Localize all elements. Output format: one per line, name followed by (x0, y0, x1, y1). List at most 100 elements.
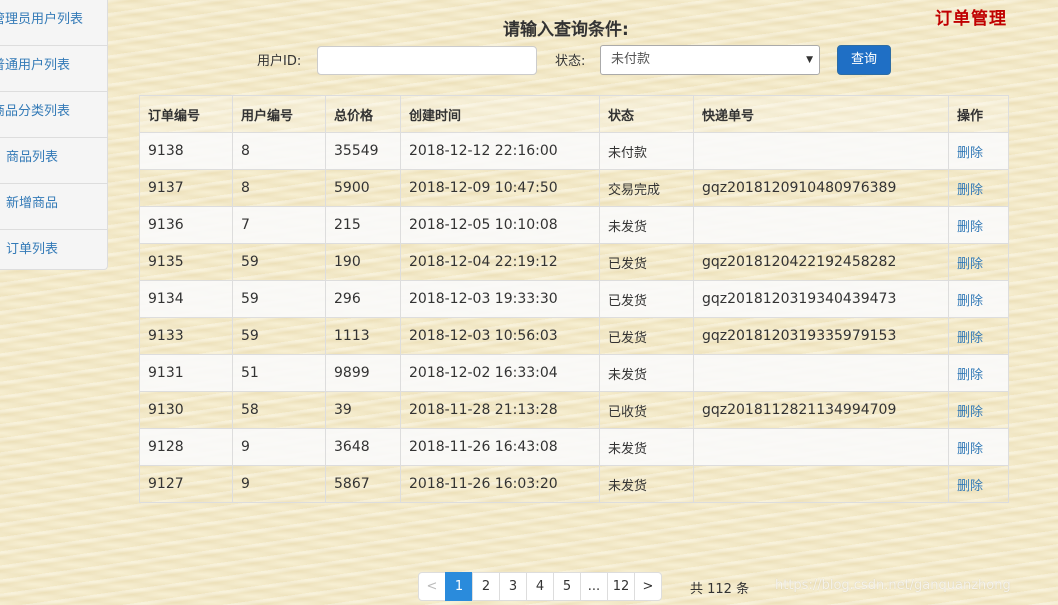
cell-user-id: 8 (232, 132, 326, 170)
status-select-value: 未付款 (611, 52, 651, 67)
delete-link[interactable]: 删除 (948, 280, 1009, 318)
query-form-title: 请输入查询条件: (503, 20, 629, 40)
cell-user-id: 59 (232, 243, 326, 281)
cell-tracking (693, 465, 949, 503)
delete-link[interactable]: 删除 (948, 206, 1009, 244)
cell-order-id: 9128 (139, 428, 233, 466)
table-row: 9135 59 190 2018-12-04 22:19:12 已发货 gqz201812… (139, 243, 1009, 281)
cell-user-id: 51 (232, 354, 326, 392)
page-button-2[interactable]: 2 (472, 572, 500, 601)
cell-tracking: gqz2018120910480976389 (693, 169, 949, 207)
orders-table: 订单编号 用户编号 总价格 创建时间 状态 快递单号 操作 9138 8 35549… (139, 95, 1009, 503)
cell-total: 1113 (325, 317, 401, 355)
table-row: 9128 9 3648 2018-11-26 16:43:08 未发货 删除 (139, 428, 1009, 466)
cell-order-id: 9130 (139, 391, 233, 429)
cell-status: 已发货 (599, 280, 694, 318)
cell-user-id: 9 (232, 465, 326, 503)
cell-order-id: 9135 (139, 243, 233, 281)
page-button-12[interactable]: 12 (607, 572, 635, 601)
delete-link[interactable]: 删除 (948, 169, 1009, 207)
sidebar-item-normal-users[interactable]: 普通用户列表 (0, 46, 107, 92)
sidebar-nav: 管理员用户列表 普通用户列表 商品分类列表 商品列表 新增商品 订单列表 (0, 0, 108, 270)
cell-total: 9899 (325, 354, 401, 392)
cell-user-id: 8 (232, 169, 326, 207)
sidebar-item-label: 新增商品 (6, 196, 59, 211)
cell-status: 交易完成 (599, 169, 694, 207)
cell-created: 2018-12-02 16:33:04 (400, 354, 600, 392)
page-button-3[interactable]: 3 (499, 572, 527, 601)
sidebar-item-admin-users[interactable]: 管理员用户列表 (0, 0, 107, 46)
sidebar-item-label: 订单列表 (6, 242, 59, 257)
page-button-1[interactable]: 1 (445, 572, 473, 601)
delete-link[interactable]: 删除 (948, 317, 1009, 355)
delete-link[interactable]: 删除 (948, 428, 1009, 466)
delete-link[interactable]: 删除 (948, 354, 1009, 392)
col-header-created: 创建时间 (400, 95, 600, 133)
cell-total: 35549 (325, 132, 401, 170)
table-row: 9134 59 296 2018-12-03 19:33:30 已发货 gqz201812… (139, 280, 1009, 318)
sidebar-item-products[interactable]: 商品列表 (0, 138, 107, 184)
page-prev-button[interactable]: < (418, 572, 446, 601)
status-label: 状态: (555, 54, 586, 69)
cell-order-id: 9131 (139, 354, 233, 392)
sidebar-item-label: 商品分类列表 (0, 104, 71, 119)
page-button-4[interactable]: 4 (526, 572, 554, 601)
table-header-row: 订单编号 用户编号 总价格 创建时间 状态 快递单号 操作 (139, 95, 1009, 133)
page-button-5[interactable]: 5 (553, 572, 581, 601)
cell-total: 215 (325, 206, 401, 244)
sidebar-item-orders[interactable]: 订单列表 (0, 230, 107, 276)
cell-status: 未付款 (599, 132, 694, 170)
cell-created: 2018-12-09 10:47:50 (400, 169, 600, 207)
cell-order-id: 9133 (139, 317, 233, 355)
cell-tracking (693, 206, 949, 244)
cell-tracking (693, 132, 949, 170)
cell-order-id: 9134 (139, 280, 233, 318)
cell-status: 未发货 (599, 428, 694, 466)
cell-status: 未发货 (599, 354, 694, 392)
watermark-text: https://blog.csdn.net/ganquanzhong (775, 578, 1011, 593)
cell-created: 2018-12-12 22:16:00 (400, 132, 600, 170)
query-button[interactable]: 查询 (837, 45, 891, 75)
status-select[interactable]: 未付款 ▼ (600, 45, 820, 75)
cell-tracking (693, 428, 949, 466)
sidebar-item-label: 管理员用户列表 (0, 12, 84, 27)
delete-link[interactable]: 删除 (948, 391, 1009, 429)
sidebar-item-label: 普通用户列表 (0, 58, 71, 73)
userid-input[interactable] (317, 46, 537, 75)
cell-user-id: 59 (232, 317, 326, 355)
cell-user-id: 9 (232, 428, 326, 466)
cell-total: 5900 (325, 169, 401, 207)
cell-order-id: 9136 (139, 206, 233, 244)
table-row: 9136 7 215 2018-12-05 10:10:08 未发货 删除 (139, 206, 1009, 244)
cell-created: 2018-11-28 21:13:28 (400, 391, 600, 429)
col-header-action: 操作 (948, 95, 1009, 133)
cell-user-id: 59 (232, 280, 326, 318)
cell-order-id: 9138 (139, 132, 233, 170)
cell-tracking: gqz2018120319340439473 (693, 280, 949, 318)
col-header-total: 总价格 (325, 95, 401, 133)
total-count: 共 112 条 (690, 582, 750, 597)
chevron-down-icon: ▼ (806, 55, 813, 65)
col-header-user-id: 用户编号 (232, 95, 326, 133)
delete-link[interactable]: 删除 (948, 243, 1009, 281)
cell-status: 已发货 (599, 243, 694, 281)
cell-tracking: gqz2018120319335979153 (693, 317, 949, 355)
sidebar-item-categories[interactable]: 商品分类列表 (0, 92, 107, 138)
sidebar-item-add-product[interactable]: 新增商品 (0, 184, 107, 230)
cell-created: 2018-12-04 22:19:12 (400, 243, 600, 281)
table-row: 9137 8 5900 2018-12-09 10:47:50 交易完成 gqz20181… (139, 169, 1009, 207)
cell-order-id: 9137 (139, 169, 233, 207)
delete-link[interactable]: 删除 (948, 132, 1009, 170)
cell-total: 190 (325, 243, 401, 281)
pagination: < 1 2 3 4 5 ... 12 > (418, 572, 662, 601)
cell-status: 已发货 (599, 317, 694, 355)
sidebar-item-label: 商品列表 (6, 150, 59, 165)
cell-tracking (693, 354, 949, 392)
cell-tracking: gqz2018112821134994709 (693, 391, 949, 429)
col-header-order-id: 订单编号 (139, 95, 233, 133)
cell-total: 39 (325, 391, 401, 429)
delete-link[interactable]: 删除 (948, 465, 1009, 503)
cell-status: 未发货 (599, 206, 694, 244)
page-brand-title: 订单管理 (935, 9, 1007, 29)
page-next-button[interactable]: > (634, 572, 662, 601)
